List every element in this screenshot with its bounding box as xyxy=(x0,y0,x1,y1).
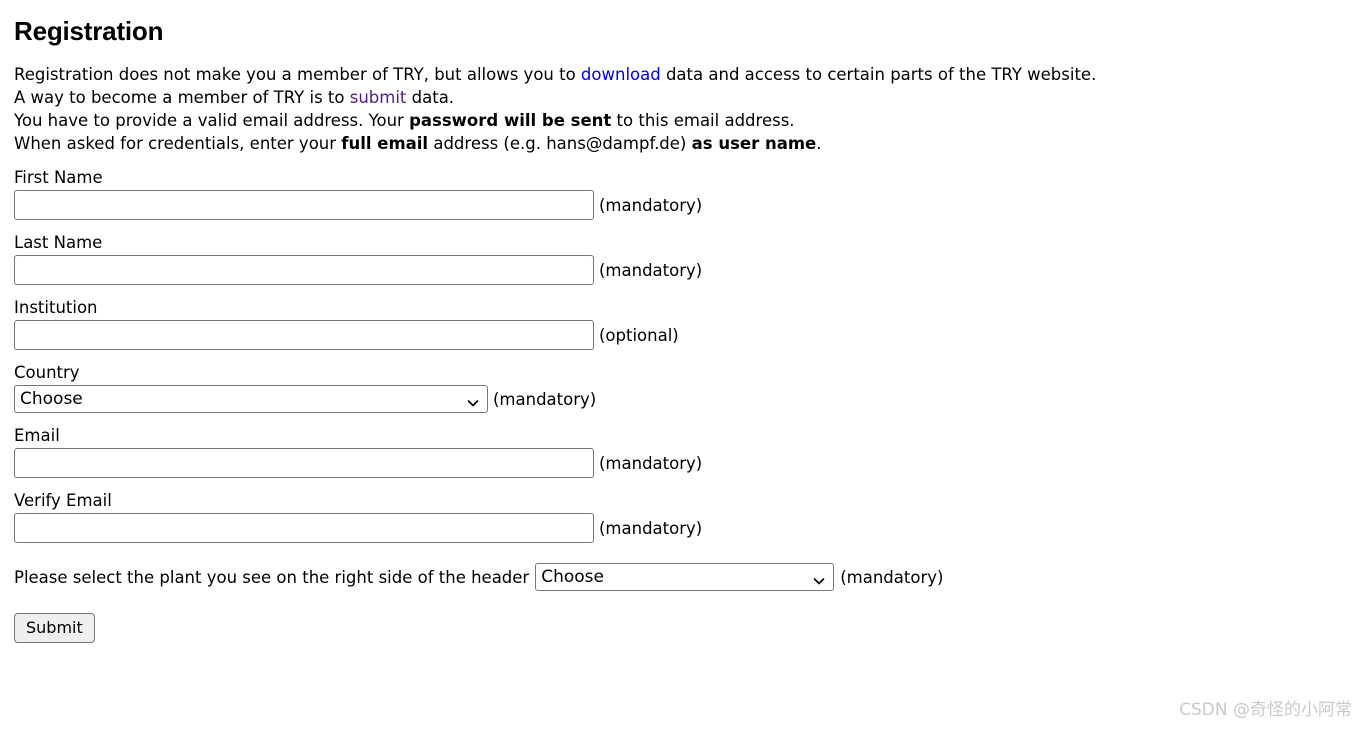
field-institution: Institution (optional) xyxy=(14,297,1352,351)
field-last-name: Last Name (mandatory) xyxy=(14,232,1352,286)
email-row: (mandatory) xyxy=(14,448,1352,479)
intro-line-2-after: data. xyxy=(406,88,455,108)
verify-email-input[interactable] xyxy=(14,513,594,544)
email-input[interactable] xyxy=(14,448,594,479)
intro-line-1: Registration does not make you a member … xyxy=(14,63,1352,86)
intro-line-4-part3: . xyxy=(816,134,822,154)
last-name-hint: (mandatory) xyxy=(599,260,703,280)
country-select-value: Choose xyxy=(20,389,83,410)
country-select[interactable]: Choose xyxy=(14,385,488,414)
field-email: Email (mandatory) xyxy=(14,425,1352,479)
intro-line-2-before: A way to become a member of TRY is to xyxy=(14,88,350,108)
institution-input[interactable] xyxy=(14,320,594,351)
plant-label: Please select the plant you see on the r… xyxy=(14,567,530,587)
csdn-watermark: CSDN @奇怪的小阿常 xyxy=(1179,700,1352,720)
country-hint: (mandatory) xyxy=(493,389,597,409)
field-verify-email: Verify Email (mandatory) xyxy=(14,490,1352,544)
plant-hint: (mandatory) xyxy=(840,567,944,587)
intro-line-2: A way to become a member of TRY is to su… xyxy=(14,86,1352,109)
intro-line-4-bold1: full email xyxy=(341,134,429,154)
intro-line-4-bold2: as user name xyxy=(691,134,817,154)
verify-email-label: Verify Email xyxy=(14,491,112,511)
chevron-down-icon xyxy=(812,570,826,585)
submit-button[interactable]: Submit xyxy=(14,613,95,644)
institution-label: Institution xyxy=(14,298,98,318)
last-name-label: Last Name xyxy=(14,233,103,253)
field-country: Country Choose (mandatory) xyxy=(14,362,1352,414)
country-row: Choose (mandatory) xyxy=(14,385,1352,414)
institution-hint: (optional) xyxy=(599,325,679,345)
intro-line-1-after: data and access to certain parts of the … xyxy=(660,65,1097,85)
field-plant: Please select the plant you see on the r… xyxy=(14,563,1352,592)
registration-page: Registration Registration does not make … xyxy=(0,16,1366,644)
intro-line-3-bold: password will be sent xyxy=(409,111,612,131)
first-name-hint: (mandatory) xyxy=(599,195,703,215)
submit-data-link[interactable]: submit xyxy=(350,88,407,107)
intro-line-3-after: to this email address. xyxy=(611,111,795,131)
field-first-name: First Name (mandatory) xyxy=(14,167,1352,221)
last-name-row: (mandatory) xyxy=(14,255,1352,286)
verify-email-hint: (mandatory) xyxy=(599,518,703,538)
intro-line-4-part2: address (e.g. hans@dampf.de) xyxy=(428,134,692,154)
plant-select[interactable]: Choose xyxy=(535,563,835,592)
intro-line-1-before: Registration does not make you a member … xyxy=(14,65,581,85)
intro-line-3-before: You have to provide a valid email addres… xyxy=(14,111,410,131)
chevron-down-icon xyxy=(466,392,480,407)
intro-line-3: You have to provide a valid email addres… xyxy=(14,109,1352,132)
download-link[interactable]: download xyxy=(581,65,661,84)
intro-line-4: When asked for credentials, enter your f… xyxy=(14,132,1352,155)
email-label: Email xyxy=(14,426,60,446)
first-name-row: (mandatory) xyxy=(14,190,1352,221)
country-label: Country xyxy=(14,363,80,383)
plant-select-value: Choose xyxy=(541,567,604,588)
intro-text: Registration does not make you a member … xyxy=(14,63,1352,155)
institution-row: (optional) xyxy=(14,320,1352,351)
email-hint: (mandatory) xyxy=(599,453,703,473)
verify-email-row: (mandatory) xyxy=(14,513,1352,544)
page-title: Registration xyxy=(14,16,164,46)
intro-line-4-part1: When asked for credentials, enter your xyxy=(14,134,342,154)
first-name-input[interactable] xyxy=(14,190,594,221)
last-name-input[interactable] xyxy=(14,255,594,286)
first-name-label: First Name xyxy=(14,168,103,188)
